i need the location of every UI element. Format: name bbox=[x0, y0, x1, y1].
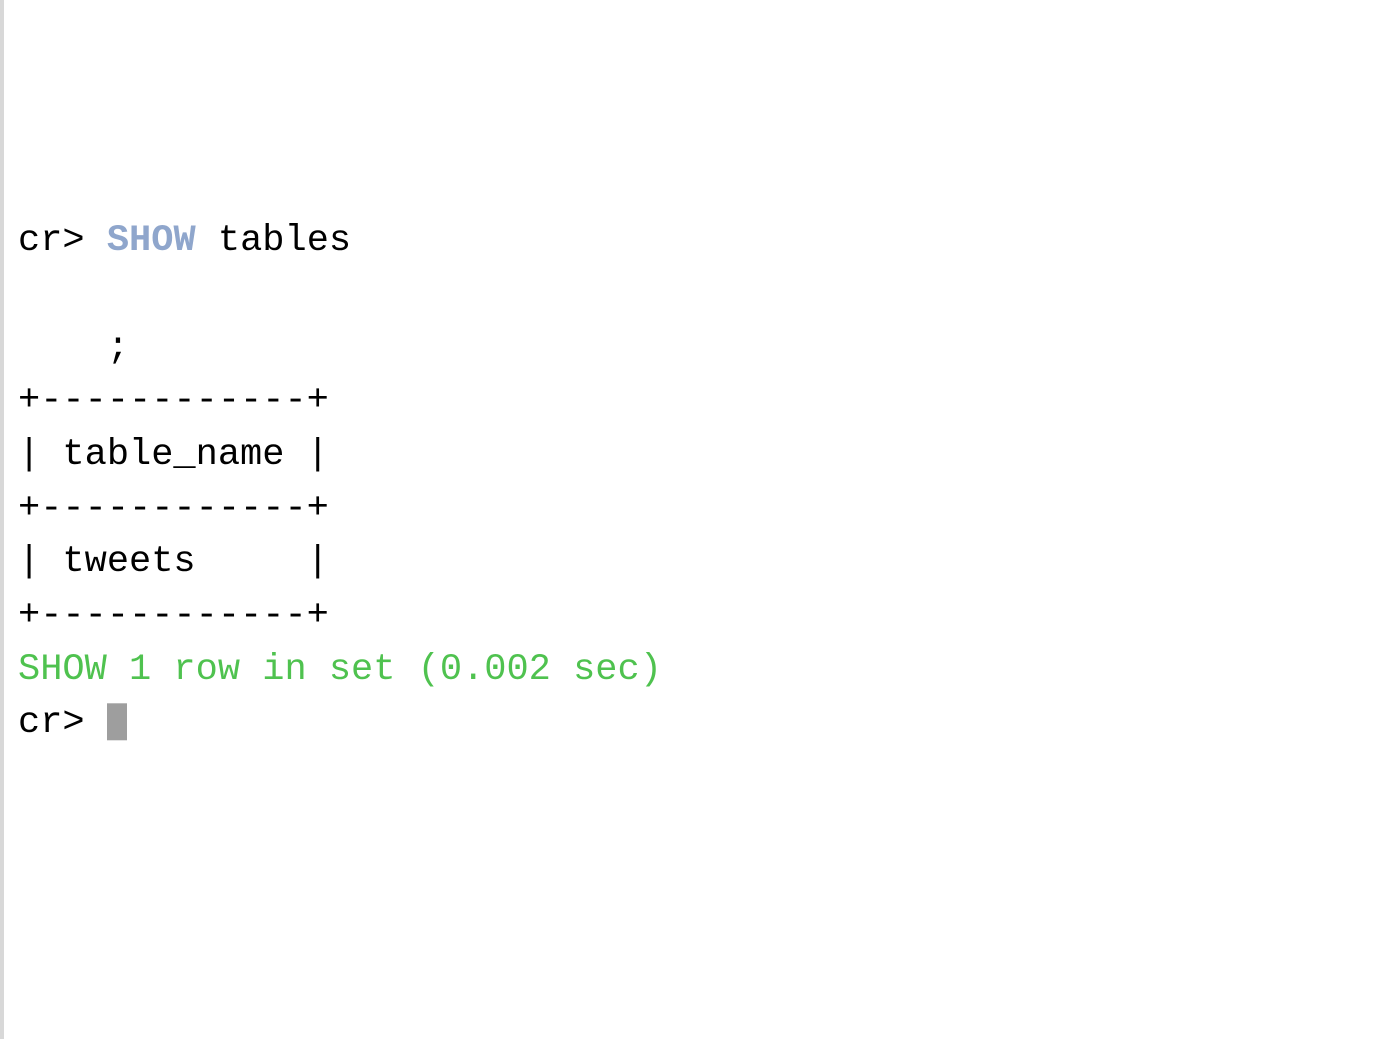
cursor-block bbox=[107, 704, 127, 741]
prompt-space bbox=[85, 702, 107, 744]
prompt-symbol: cr> bbox=[18, 702, 85, 744]
table-header-row: | table_name | bbox=[18, 434, 329, 476]
prompt-symbol: cr> bbox=[18, 220, 85, 262]
prompt-space bbox=[85, 220, 107, 262]
table-border-bottom: +------------+ bbox=[18, 595, 329, 637]
table-data-row: | tweets | bbox=[18, 541, 329, 583]
continuation-line: ; bbox=[18, 327, 129, 369]
status-line: SHOW 1 row in set (0.002 sec) bbox=[18, 649, 662, 691]
table-border-mid: +------------+ bbox=[18, 488, 329, 530]
sql-argument: tables bbox=[196, 220, 351, 262]
sql-keyword: SHOW bbox=[107, 220, 196, 262]
terminal-output[interactable]: cr> SHOW tables ; +------------+ | table… bbox=[12, 215, 1392, 751]
table-border-top: +------------+ bbox=[18, 380, 329, 422]
